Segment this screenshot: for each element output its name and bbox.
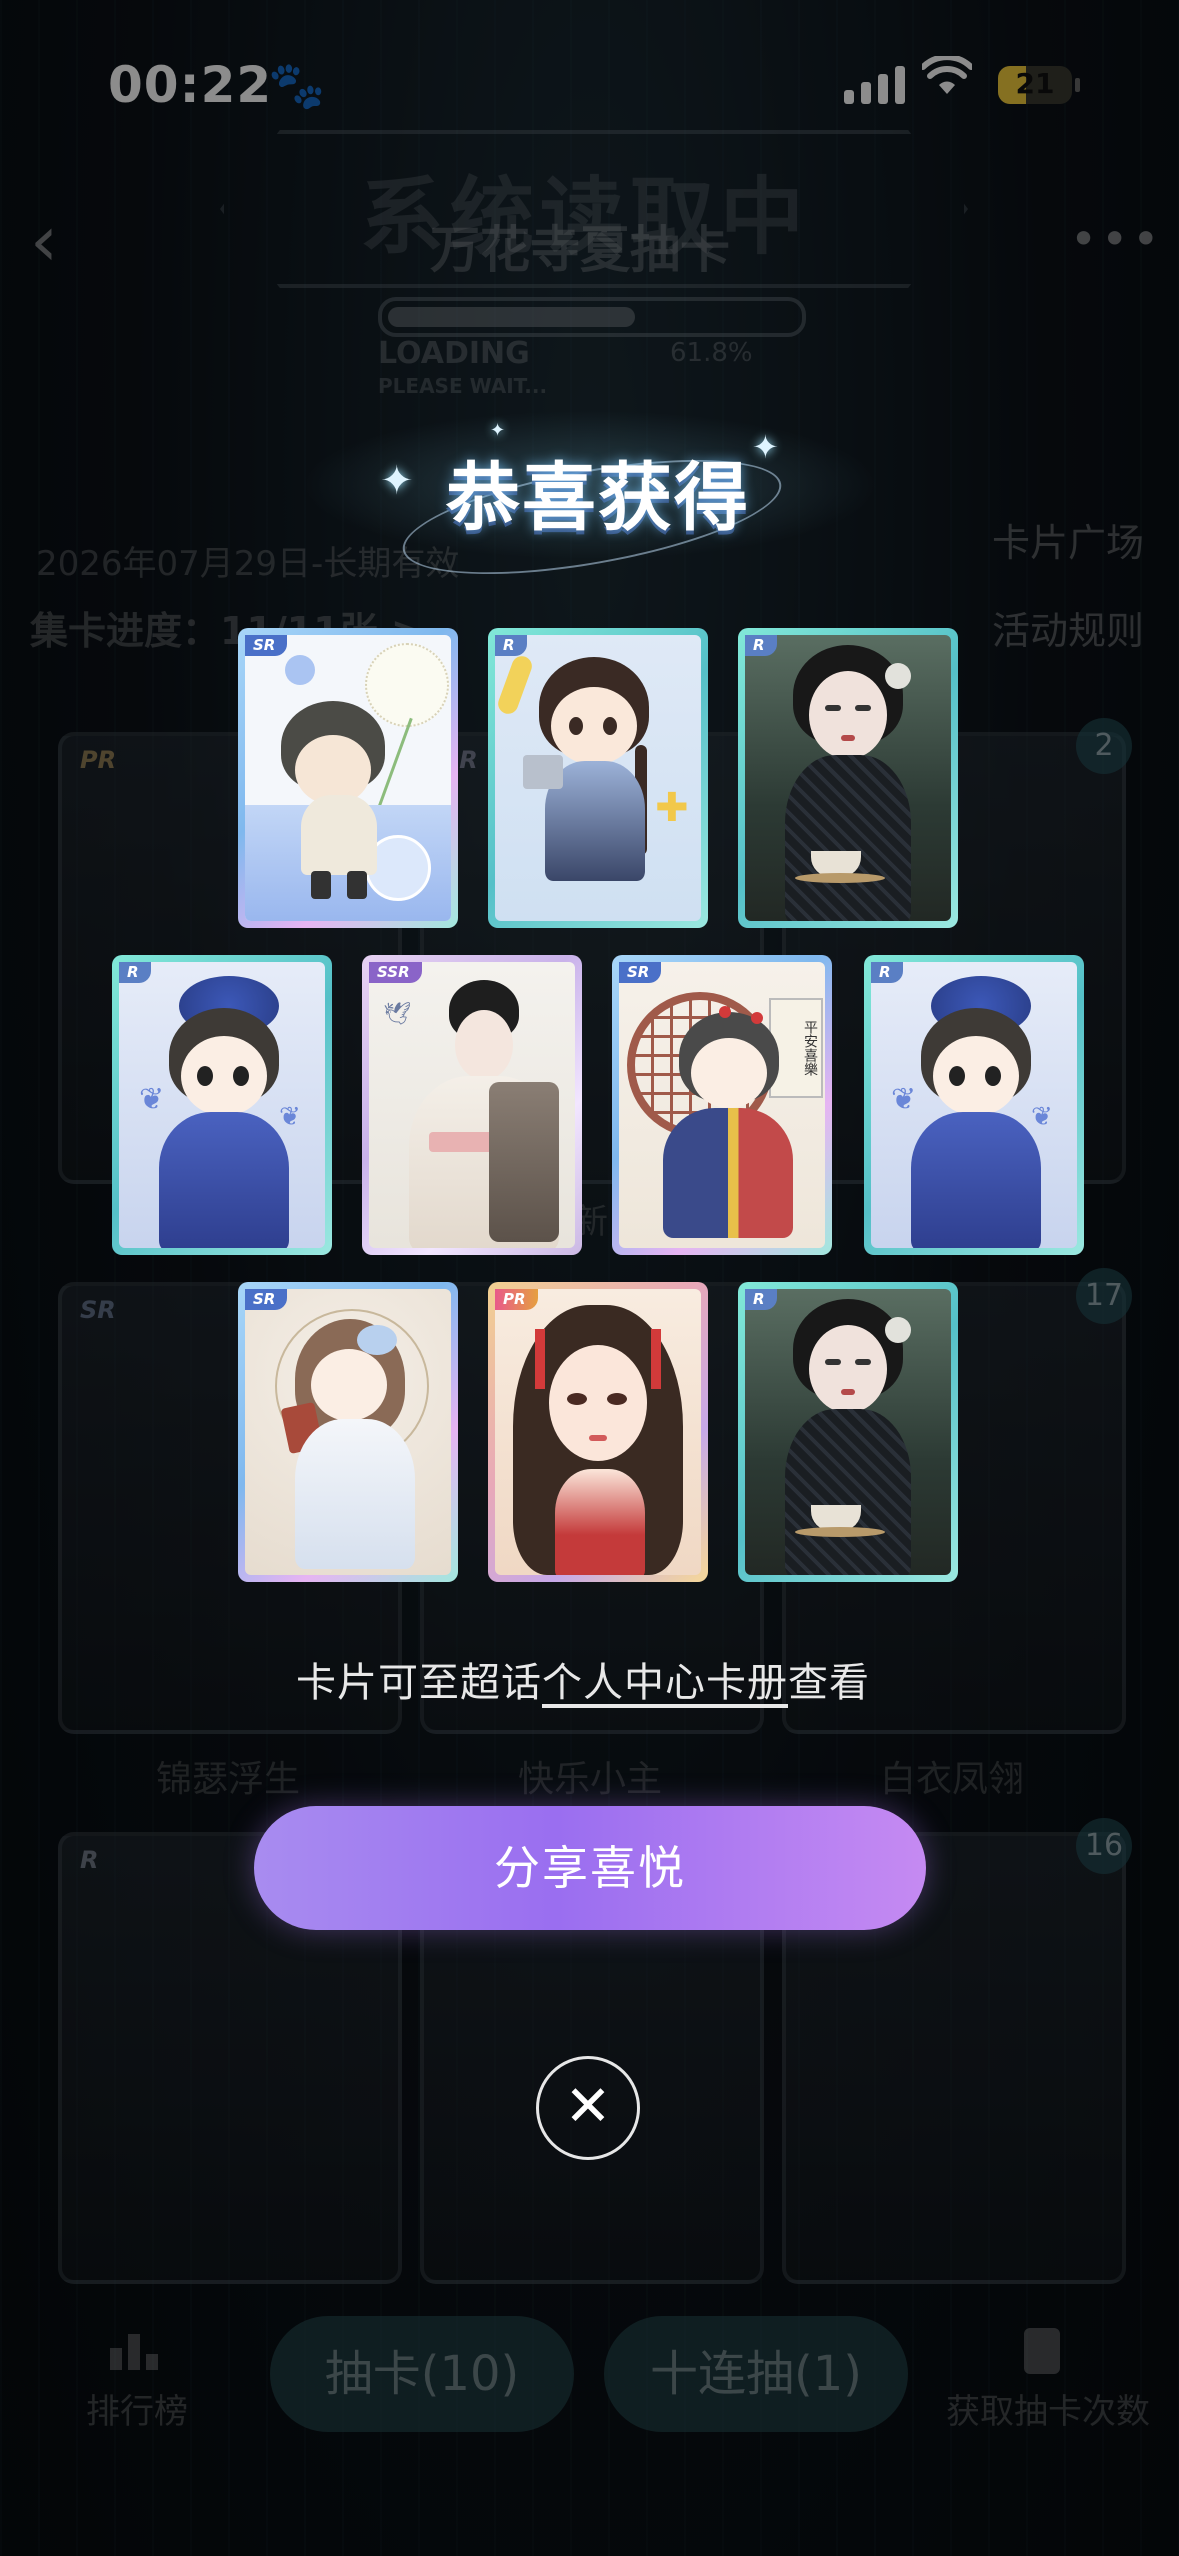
rarity-badge: R [119, 962, 151, 983]
rarity-badge: R [495, 635, 527, 656]
reward-card-3[interactable]: R [738, 628, 958, 928]
reward-card-4[interactable]: R ❦ ❦ [112, 955, 332, 1255]
reward-card-6[interactable]: SR 平安喜樂 [612, 955, 832, 1255]
card-art [745, 635, 951, 921]
rarity-badge: SR [619, 962, 662, 983]
reward-card-9[interactable]: PR [488, 1282, 708, 1582]
card-art: 🕊 [369, 962, 575, 1248]
reward-card-2[interactable]: R ✚ [488, 628, 708, 928]
rarity-badge: R [871, 962, 903, 983]
rarity-badge: PR [495, 1289, 538, 1310]
close-icon: ✕ [564, 2074, 612, 2139]
card-art: ❦ ❦ [871, 962, 1077, 1248]
card-art [745, 1289, 951, 1575]
reward-card-7[interactable]: R ❦ ❦ [864, 955, 1084, 1255]
rarity-badge: R [745, 1289, 777, 1310]
close-modal-button[interactable]: ✕ [536, 2056, 640, 2160]
reward-card-8[interactable]: SR [238, 1282, 458, 1582]
sparkle-icon: ✦ [380, 458, 414, 504]
card-art [245, 635, 451, 921]
reward-card-10[interactable]: R [738, 1282, 958, 1582]
card-album-link[interactable]: 个人中心卡册 [542, 1660, 788, 1706]
sparkle-icon: ✦ [752, 428, 779, 466]
hint-prefix: 卡片可至超话 [296, 1660, 542, 1706]
card-art [245, 1289, 451, 1575]
reward-card-1[interactable]: SR [238, 628, 458, 928]
card-art: ✚ [495, 635, 701, 921]
congrats-title: 恭喜获得 [446, 455, 750, 541]
card-art [495, 1289, 701, 1575]
hint-suffix: 查看 [788, 1660, 870, 1706]
reward-card-5[interactable]: SSR 🕊 [362, 955, 582, 1255]
rarity-badge: SR [245, 635, 288, 656]
modal-dim-overlay[interactable] [0, 0, 1179, 2556]
rarity-badge: SR [245, 1289, 288, 1310]
rarity-badge: SSR [369, 962, 422, 983]
card-art: ❦ ❦ [119, 962, 325, 1248]
card-view-hint: 卡片可至超话个人中心卡册查看 [296, 1650, 870, 1708]
share-joy-button[interactable]: 分享喜悦 [254, 1806, 926, 1930]
rarity-badge: R [745, 635, 777, 656]
card-art: 平安喜樂 [619, 962, 825, 1248]
